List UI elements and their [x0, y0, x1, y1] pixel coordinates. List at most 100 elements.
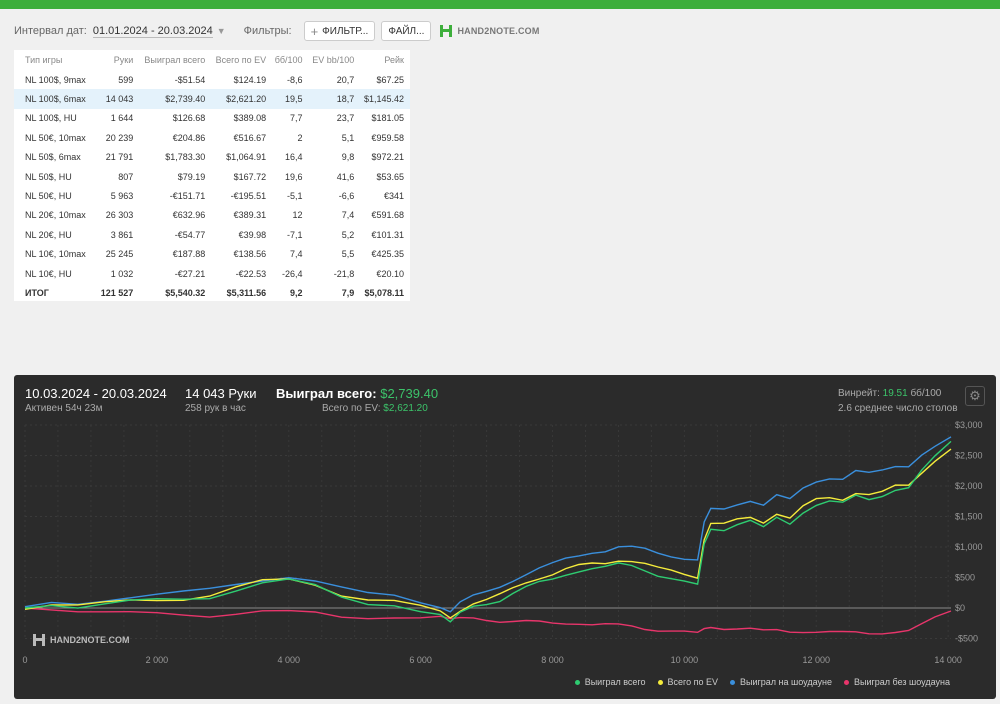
table-cell: -26,4 — [282, 268, 303, 279]
chevron-down-icon[interactable]: ▼ — [217, 26, 226, 36]
date-interval-select[interactable]: 01.01.2024 - 20.03.2024 — [92, 25, 213, 38]
hand2note-watermark-icon — [33, 634, 45, 646]
table-cell: -€27.21 — [174, 268, 206, 279]
table-cell: 20 239 — [105, 132, 134, 143]
table-cell: NL 50€, 10max — [25, 132, 86, 143]
legend-dot-icon — [657, 679, 663, 685]
table-cell: NL 10€, 10max — [25, 249, 86, 260]
column-header[interactable]: Всего по EV — [211, 50, 272, 70]
table-row[interactable]: NL 20€, 10max 26 303 €632.96 €389.31 12 7,4 €5… — [14, 206, 410, 225]
table-cell: $167.72 — [233, 171, 267, 182]
winrate-unit: бб/100 — [910, 388, 942, 399]
column-header[interactable]: Выиграл всего — [139, 50, 211, 70]
legend-item[interactable]: Всего по EV — [657, 677, 718, 687]
hand2note-logo-icon — [440, 25, 453, 37]
table-cell: $67.25 — [376, 74, 404, 85]
y-tick-label: -$500 — [955, 634, 978, 644]
table-cell: 41,6 — [336, 171, 355, 182]
table-cell: 9,2 — [290, 287, 303, 298]
table-row[interactable]: NL 100$, 6max 14 043 $2,739.40 $2,621.20 19,… — [14, 89, 410, 109]
gear-icon[interactable]: ⚙ — [965, 386, 985, 406]
table-cell: €138.56 — [233, 249, 267, 260]
x-tick-label: 0 — [22, 655, 27, 665]
y-tick-label: $1,500 — [955, 512, 983, 522]
table-row[interactable]: NL 100$, HU 1 644 $126.68 $389.08 7,7 23,7 $18… — [14, 109, 410, 128]
x-tick-label: 14 000 — [934, 655, 962, 665]
table-cell: 19,5 — [272, 89, 309, 109]
table-cell: 12 — [292, 210, 303, 221]
table-cell: 807 — [118, 171, 134, 182]
column-header[interactable]: Рейк — [360, 50, 410, 70]
table-row[interactable]: NL 50$, HU 807 $79.19 $167.72 19,6 41,6 $53.65 — [14, 167, 410, 186]
table-cell: $53.65 — [376, 171, 404, 182]
table-cell: -€195.51 — [230, 191, 267, 202]
column-header[interactable]: бб/100 — [272, 50, 308, 70]
table-cell: -21,8 — [333, 268, 355, 279]
table-cell: 1 032 — [110, 268, 134, 279]
legend-item[interactable]: Выиграл без шоудауна — [844, 677, 950, 687]
table-cell: $181.05 — [371, 113, 404, 124]
session-date-range: 10.03.2024 - 20.03.2024 — [25, 386, 167, 401]
table-row[interactable]: NL 10€, HU 1 032 -€27.21 -€22.53 -26,4 -21,8 €… — [14, 264, 410, 283]
table-cell: 599 — [118, 74, 134, 85]
table-cell: €425.35 — [371, 249, 404, 260]
table-cell: $1,145.42 — [360, 89, 410, 109]
table-cell: €39.98 — [238, 229, 267, 240]
x-tick-label: 6 000 — [409, 655, 432, 665]
table-cell: 20,7 — [336, 74, 355, 85]
series-line — [24, 440, 952, 623]
filters-label: Фильтры: — [243, 25, 292, 37]
table-cell: 1 644 — [110, 113, 134, 124]
table-cell: NL 100$, 6max — [14, 89, 98, 109]
table-cell: 5,1 — [341, 132, 355, 143]
file-filter-button[interactable]: ФАЙЛ... — [381, 21, 432, 41]
table-cell: €341 — [383, 191, 404, 202]
table-header-row: Тип игры Руки Выиграл всего Всего по EV бб/1… — [14, 50, 410, 70]
table-cell: €632.96 — [172, 210, 206, 221]
table-cell: €591.68 — [371, 210, 404, 221]
table-cell: 5 963 — [110, 191, 134, 202]
add-filter-label: ФИЛЬТР... — [322, 25, 369, 37]
table-cell: NL 100$, HU — [25, 113, 77, 124]
table-cell: $126.68 — [172, 113, 206, 124]
table-row[interactable]: NL 100$, 9max 599 -$51.54 $124.19 -8,6 20,7 $6… — [14, 70, 410, 89]
y-tick-label: $0 — [955, 603, 965, 613]
winrate-label: Винрейт: — [838, 388, 880, 399]
legend-item[interactable]: Выиграл на шоудауне — [730, 677, 832, 687]
series-line — [24, 607, 952, 635]
table-row[interactable]: NL 10€, 10max 25 245 €187.88 €138.56 7,4 5,5 €… — [14, 245, 410, 264]
table-cell: 7,4 — [341, 210, 355, 221]
legend-label: Выиграл без шоудауна — [854, 677, 950, 687]
session-hands: 14 043 Руки — [185, 386, 257, 401]
series-line — [24, 448, 952, 619]
table-row[interactable]: NL 20€, HU 3 861 -€54.77 €39.98 -7,1 5,2 €101.… — [14, 225, 410, 244]
table-cell: 7,7 — [290, 113, 303, 124]
avg-tables: 2.6 среднее число столов — [838, 403, 958, 414]
table-cell: 18,7 — [308, 89, 361, 109]
table-row[interactable]: NL 50$, 6max 21 791 $1,783.30 $1,064.91 16,4… — [14, 148, 410, 167]
legend-item[interactable]: Выиграл всего — [574, 677, 646, 687]
table-cell: $5,311.56 — [226, 287, 267, 298]
ev-total-block: Всего по EV: $2,621.20 — [322, 403, 428, 414]
table-total-row[interactable]: ИТОГ 121 527 $5,540.32 $5,311.56 9,2 7,9 $5,07… — [14, 283, 410, 302]
table-cell: €20.10 — [376, 268, 404, 279]
table-cell: 25 245 — [105, 249, 134, 260]
table-cell: 2 — [297, 132, 303, 143]
table-cell: 19,6 — [285, 171, 303, 182]
series-line — [24, 436, 952, 613]
column-header[interactable]: Тип игры — [14, 50, 98, 70]
add-filter-button[interactable]: + ФИЛЬТР... — [303, 21, 376, 41]
table-cell: 5,5 — [341, 249, 355, 260]
x-tick-label: 12 000 — [803, 655, 831, 665]
table-cell: NL 20€, HU — [25, 229, 72, 240]
table-cell: -6,6 — [338, 191, 355, 202]
y-tick-label: $500 — [955, 573, 975, 583]
table-row[interactable]: NL 50€, 10max 20 239 €204.86 €516.67 2 5,1 €95… — [14, 128, 410, 147]
table-cell: -€22.53 — [235, 268, 267, 279]
table-cell: ИТОГ — [25, 287, 49, 298]
table-row[interactable]: NL 50€, HU 5 963 -€151.71 -€195.51 -5,1 -6,6 €… — [14, 186, 410, 205]
table-cell: NL 50€, HU — [25, 191, 72, 202]
column-header[interactable]: Руки — [98, 50, 140, 70]
won-total-value: $2,739.40 — [380, 386, 439, 401]
column-header[interactable]: EV bb/100 — [309, 50, 361, 70]
